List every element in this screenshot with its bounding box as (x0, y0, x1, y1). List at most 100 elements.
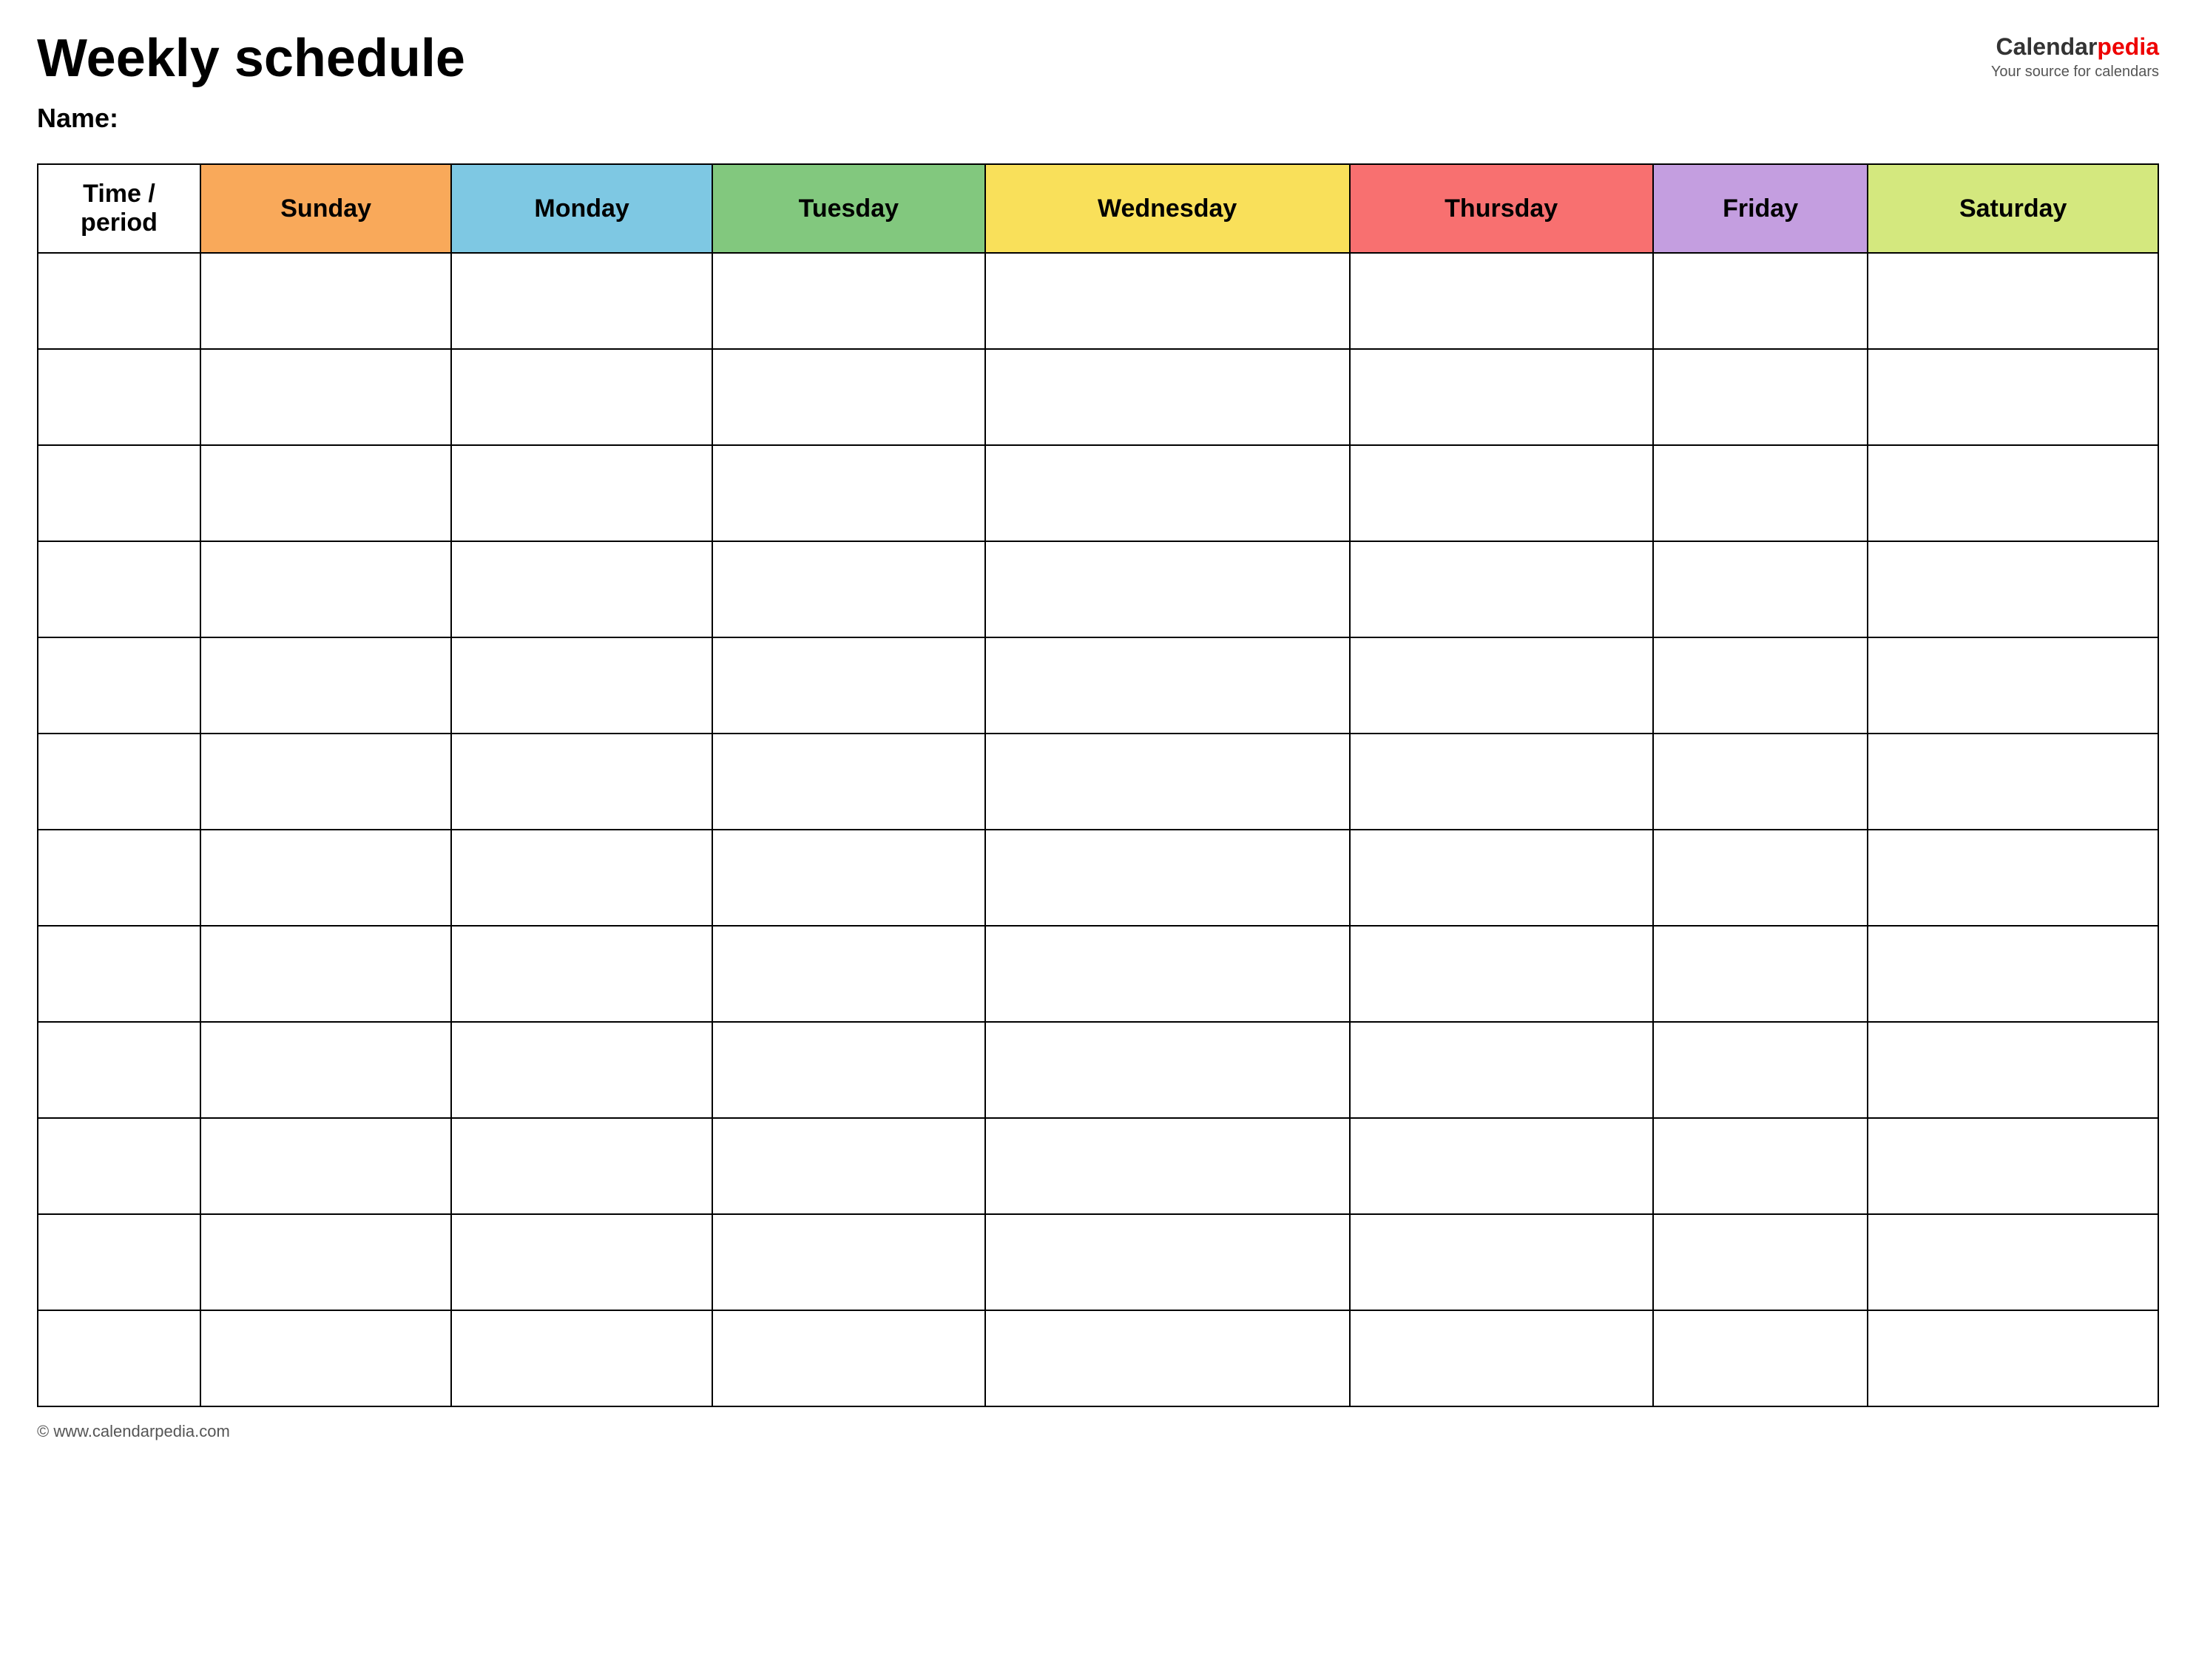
cell-tuesday[interactable] (712, 349, 985, 445)
cell-friday[interactable] (1653, 1310, 1868, 1406)
time-cell[interactable] (38, 541, 200, 637)
cell-tuesday[interactable] (712, 1118, 985, 1214)
cell-monday[interactable] (451, 830, 712, 926)
cell-thursday[interactable] (1350, 1214, 1653, 1310)
cell-wednesday[interactable] (985, 1022, 1350, 1118)
table-row[interactable] (38, 1022, 2158, 1118)
cell-saturday[interactable] (1868, 541, 2158, 637)
cell-saturday[interactable] (1868, 926, 2158, 1022)
cell-monday[interactable] (451, 1214, 712, 1310)
time-cell[interactable] (38, 926, 200, 1022)
cell-sunday[interactable] (200, 349, 451, 445)
cell-tuesday[interactable] (712, 1214, 985, 1310)
cell-wednesday[interactable] (985, 830, 1350, 926)
cell-tuesday[interactable] (712, 541, 985, 637)
cell-thursday[interactable] (1350, 1022, 1653, 1118)
cell-saturday[interactable] (1868, 253, 2158, 349)
cell-tuesday[interactable] (712, 1022, 985, 1118)
cell-saturday[interactable] (1868, 349, 2158, 445)
cell-wednesday[interactable] (985, 734, 1350, 830)
cell-wednesday[interactable] (985, 1310, 1350, 1406)
table-row[interactable] (38, 637, 2158, 734)
time-cell[interactable] (38, 349, 200, 445)
cell-tuesday[interactable] (712, 830, 985, 926)
cell-tuesday[interactable] (712, 445, 985, 541)
cell-wednesday[interactable] (985, 541, 1350, 637)
cell-saturday[interactable] (1868, 830, 2158, 926)
cell-wednesday[interactable] (985, 349, 1350, 445)
cell-monday[interactable] (451, 253, 712, 349)
cell-monday[interactable] (451, 541, 712, 637)
cell-thursday[interactable] (1350, 445, 1653, 541)
cell-friday[interactable] (1653, 830, 1868, 926)
cell-thursday[interactable] (1350, 1118, 1653, 1214)
cell-wednesday[interactable] (985, 253, 1350, 349)
cell-monday[interactable] (451, 349, 712, 445)
cell-monday[interactable] (451, 926, 712, 1022)
cell-thursday[interactable] (1350, 830, 1653, 926)
cell-sunday[interactable] (200, 1214, 451, 1310)
cell-monday[interactable] (451, 445, 712, 541)
cell-tuesday[interactable] (712, 1310, 985, 1406)
cell-saturday[interactable] (1868, 1214, 2158, 1310)
cell-monday[interactable] (451, 734, 712, 830)
cell-tuesday[interactable] (712, 926, 985, 1022)
cell-sunday[interactable] (200, 445, 451, 541)
cell-wednesday[interactable] (985, 1214, 1350, 1310)
time-cell[interactable] (38, 1310, 200, 1406)
cell-sunday[interactable] (200, 830, 451, 926)
cell-friday[interactable] (1653, 1022, 1868, 1118)
cell-saturday[interactable] (1868, 1310, 2158, 1406)
cell-thursday[interactable] (1350, 541, 1653, 637)
cell-thursday[interactable] (1350, 253, 1653, 349)
table-row[interactable] (38, 830, 2158, 926)
time-cell[interactable] (38, 1118, 200, 1214)
cell-friday[interactable] (1653, 349, 1868, 445)
cell-sunday[interactable] (200, 1310, 451, 1406)
cell-sunday[interactable] (200, 1022, 451, 1118)
cell-sunday[interactable] (200, 253, 451, 349)
cell-wednesday[interactable] (985, 637, 1350, 734)
cell-wednesday[interactable] (985, 1118, 1350, 1214)
cell-friday[interactable] (1653, 734, 1868, 830)
cell-thursday[interactable] (1350, 1310, 1653, 1406)
cell-saturday[interactable] (1868, 1022, 2158, 1118)
cell-tuesday[interactable] (712, 253, 985, 349)
cell-saturday[interactable] (1868, 1118, 2158, 1214)
time-cell[interactable] (38, 734, 200, 830)
table-row[interactable] (38, 1214, 2158, 1310)
cell-friday[interactable] (1653, 1118, 1868, 1214)
cell-thursday[interactable] (1350, 637, 1653, 734)
table-row[interactable] (38, 734, 2158, 830)
cell-friday[interactable] (1653, 637, 1868, 734)
cell-sunday[interactable] (200, 541, 451, 637)
time-cell[interactable] (38, 637, 200, 734)
cell-saturday[interactable] (1868, 734, 2158, 830)
table-row[interactable] (38, 926, 2158, 1022)
cell-monday[interactable] (451, 1022, 712, 1118)
cell-sunday[interactable] (200, 1118, 451, 1214)
cell-friday[interactable] (1653, 253, 1868, 349)
cell-wednesday[interactable] (985, 445, 1350, 541)
cell-monday[interactable] (451, 1118, 712, 1214)
time-cell[interactable] (38, 445, 200, 541)
time-cell[interactable] (38, 1214, 200, 1310)
cell-friday[interactable] (1653, 445, 1868, 541)
time-cell[interactable] (38, 253, 200, 349)
cell-monday[interactable] (451, 637, 712, 734)
cell-sunday[interactable] (200, 637, 451, 734)
cell-sunday[interactable] (200, 734, 451, 830)
table-row[interactable] (38, 1118, 2158, 1214)
time-cell[interactable] (38, 830, 200, 926)
cell-saturday[interactable] (1868, 637, 2158, 734)
table-row[interactable] (38, 349, 2158, 445)
cell-sunday[interactable] (200, 926, 451, 1022)
table-row[interactable] (38, 1310, 2158, 1406)
table-row[interactable] (38, 541, 2158, 637)
cell-wednesday[interactable] (985, 926, 1350, 1022)
time-cell[interactable] (38, 1022, 200, 1118)
table-row[interactable] (38, 253, 2158, 349)
cell-thursday[interactable] (1350, 734, 1653, 830)
cell-tuesday[interactable] (712, 637, 985, 734)
cell-friday[interactable] (1653, 541, 1868, 637)
